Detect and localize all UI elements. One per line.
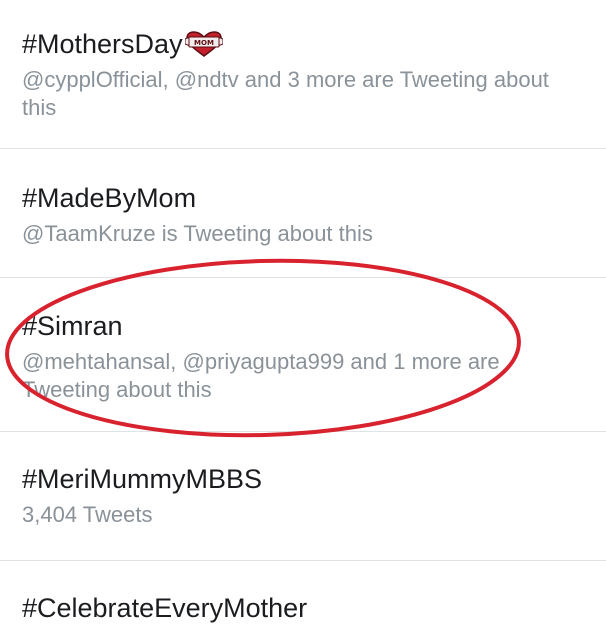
trend-title: #Simran [22,311,123,341]
trend-item-simran[interactable]: #Simran @mehtahansal, @priyagupta999 and… [0,310,606,404]
divider [0,431,606,432]
heart-mom-tattoo-icon: MOM [184,31,223,57]
heart-icon-text: MOM [194,39,214,47]
trend-title: #MeriMummyMBBS [22,464,263,494]
divider [0,560,606,561]
divider [0,148,606,149]
trend-title: #MadeByMom [22,183,197,213]
trends-list: #MothersDay MOM @cypplOfficial, @ndtv an… [0,0,606,629]
trend-title: #CelebrateEveryMother [22,593,308,623]
trend-context: @cypplOfficial, @ndtv and 3 more are Twe… [22,67,549,120]
trend-item-merimummymbbs[interactable]: #MeriMummyMBBS 3,404 Tweets [0,463,606,529]
trend-context: @mehtahansal, @priyagupta999 and 1 more … [22,349,500,402]
trend-item-mothersday[interactable]: #MothersDay MOM @cypplOfficial, @ndtv an… [0,28,606,122]
divider [0,277,606,278]
trend-title: #MothersDay [22,29,183,59]
trend-item-madebymom[interactable]: #MadeByMom @TaamKruze is Tweeting about … [0,182,606,248]
trend-context: @TaamKruze is Tweeting about this [22,221,373,246]
trend-context: 3,404 Tweets [22,502,153,527]
trend-item-celebrateeverymother[interactable]: #CelebrateEveryMother [0,592,606,624]
